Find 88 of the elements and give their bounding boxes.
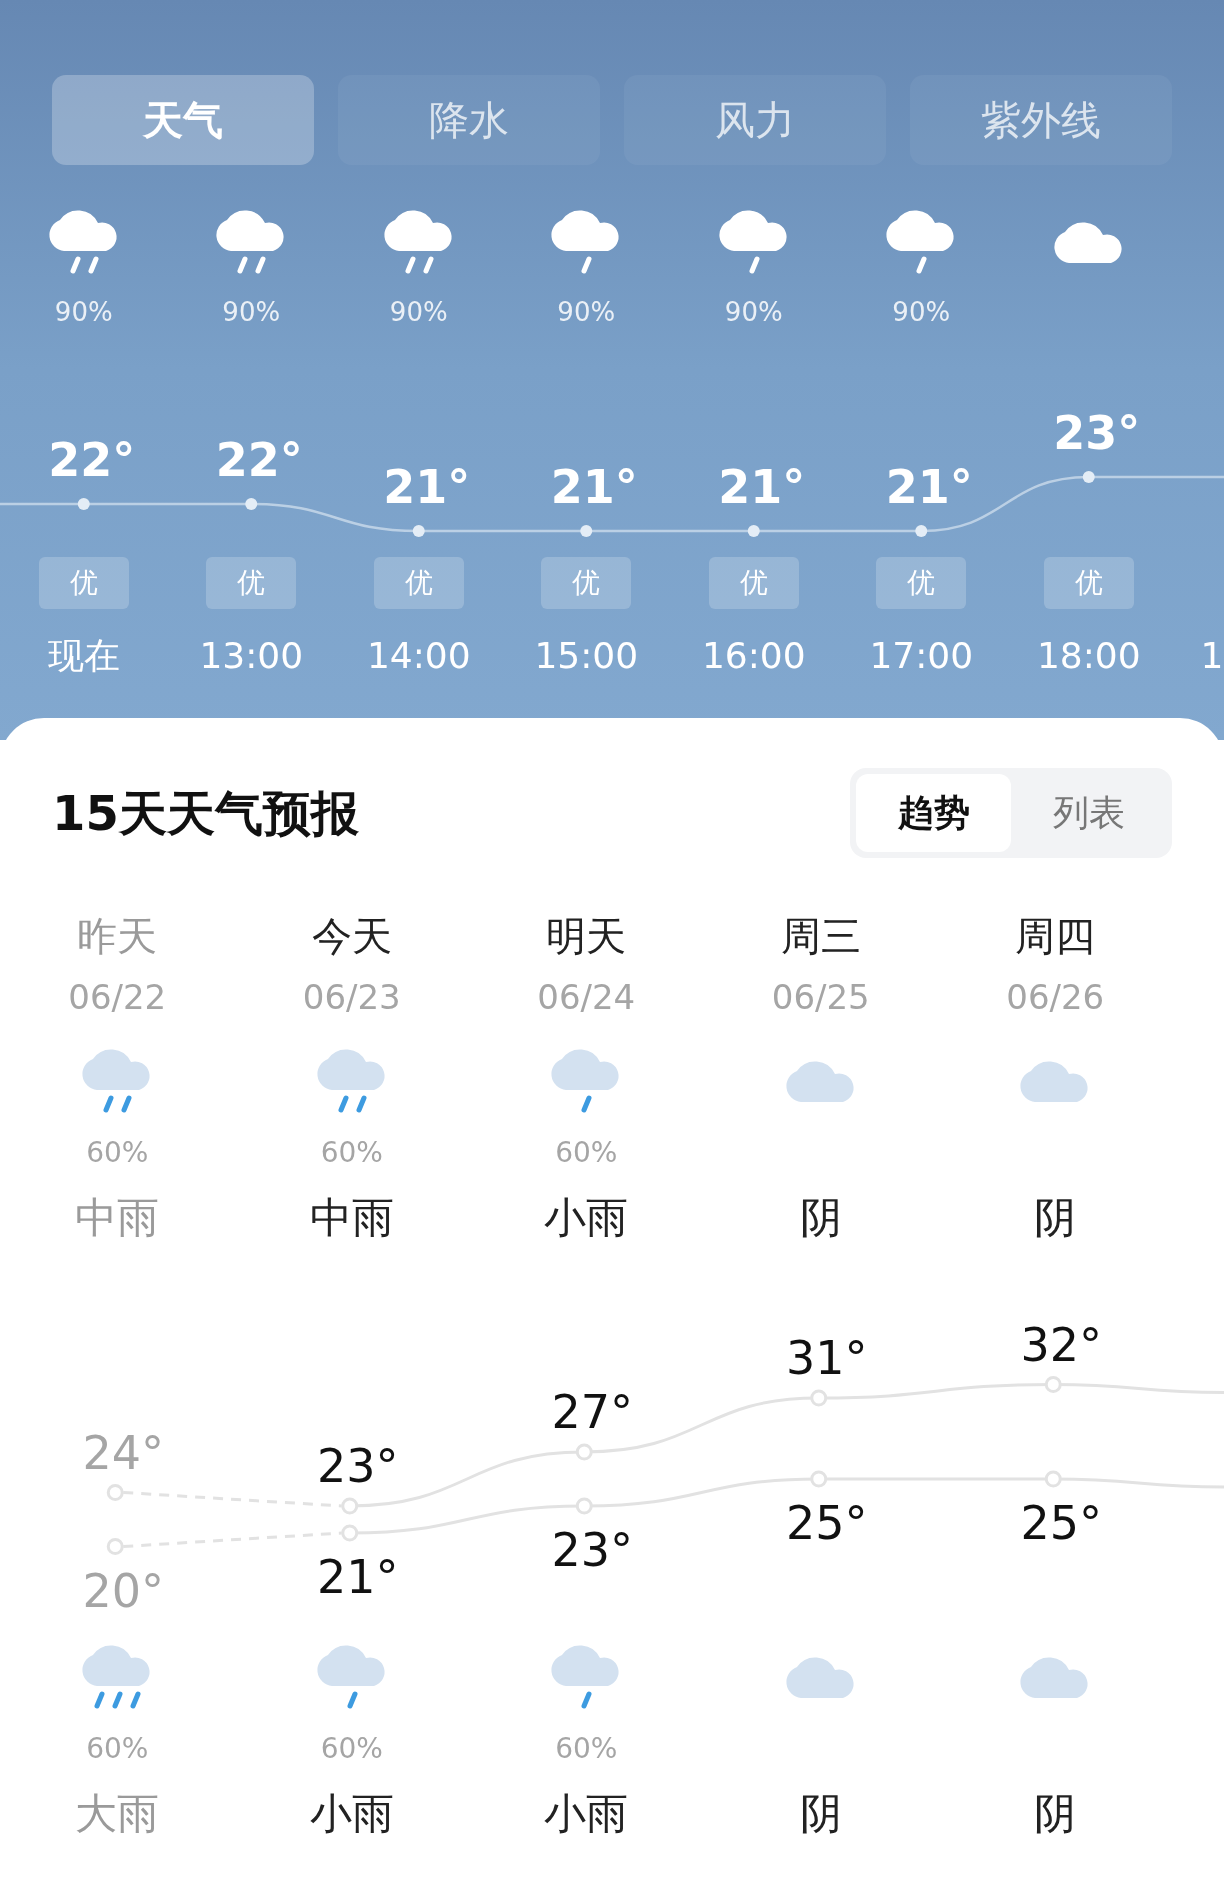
temperature-label: 23° — [317, 1439, 399, 1493]
tab[interactable]: 紫外线 — [910, 75, 1172, 165]
day-date: 06/26 — [1006, 976, 1105, 1019]
precipitation-chance: 60% — [320, 1732, 383, 1765]
temperature-label: 22° — [48, 433, 136, 487]
precipitation-chance: 90% — [557, 297, 616, 327]
weather-condition: 中雨 — [309, 1192, 394, 1244]
air-quality-badge: 优 — [1043, 557, 1134, 609]
day-name: 周三 — [780, 912, 861, 961]
weather-condition: 阴 — [799, 1788, 842, 1840]
temperature-point — [245, 498, 258, 510]
weather-condition: 小雨 — [309, 1788, 394, 1840]
precipitation-chance: 90% — [389, 297, 448, 327]
temperature-point — [915, 525, 928, 537]
temperature-label: 32° — [1020, 1318, 1102, 1372]
temperature-label: 23° — [1053, 406, 1141, 460]
day-date: 06/23 — [302, 976, 401, 1019]
weather-condition: 阴 — [799, 1192, 842, 1244]
air-quality-badge: 优 — [708, 557, 799, 609]
temperature-point — [810, 1470, 828, 1488]
precipitation-chance: 60% — [86, 1136, 149, 1169]
temperature-point — [341, 1524, 359, 1542]
hour-label: 1 — [1200, 634, 1224, 678]
temperature-point — [106, 1484, 124, 1501]
temperature-label: 25° — [1020, 1496, 1102, 1550]
temperature-point — [106, 1538, 124, 1555]
view-option[interactable]: 趋势 — [856, 774, 1011, 852]
day-name: 昨天 — [77, 912, 158, 961]
temperature-point — [412, 525, 425, 537]
tab[interactable]: 降水 — [338, 75, 600, 165]
section-title: 15天天气预报 — [52, 784, 359, 843]
hour-label: 18:00 — [1036, 634, 1141, 678]
weather-condition: 小雨 — [544, 1192, 629, 1244]
temperature-label: 21° — [718, 460, 806, 514]
day-date: 06/25 — [771, 976, 870, 1019]
temperature-label: 21° — [550, 460, 638, 514]
temperature-point — [341, 1497, 359, 1515]
hour-label: 17:00 — [869, 634, 974, 678]
temperature-point — [1044, 1376, 1062, 1393]
air-quality-badge: 优 — [206, 557, 297, 609]
temperature-point — [747, 525, 760, 537]
air-quality-badge: 优 — [541, 557, 632, 609]
hour-label: 现在 — [47, 634, 120, 678]
temperature-label: 23° — [551, 1523, 633, 1577]
air-quality-badge: 优 — [38, 557, 129, 609]
hour-label: 16:00 — [701, 634, 806, 678]
temperature-point — [580, 525, 593, 537]
temperature-point — [77, 498, 90, 510]
day-name: 周四 — [1015, 912, 1096, 961]
hour-label: 13:00 — [199, 634, 304, 678]
tab[interactable]: 风力 — [624, 75, 886, 165]
day-name: 今天 — [311, 912, 392, 961]
tab[interactable]: 天气 — [52, 75, 314, 165]
hour-label: 14:00 — [366, 634, 471, 678]
weather-condition: 大雨 — [75, 1788, 160, 1840]
temperature-label: 21° — [885, 460, 973, 514]
temperature-point — [1082, 471, 1095, 483]
temperature-label: 20° — [82, 1563, 164, 1618]
air-quality-badge: 优 — [876, 557, 967, 609]
view-option[interactable]: 列表 — [1011, 774, 1166, 852]
temperature-label: 22° — [215, 433, 303, 487]
temperature-point — [1044, 1470, 1062, 1488]
precipitation-chance: 90% — [892, 297, 951, 327]
temperature-label: 25° — [786, 1496, 868, 1550]
precipitation-chance: 90% — [724, 297, 783, 327]
hour-label: 15:00 — [534, 634, 639, 678]
temperature-point — [575, 1497, 593, 1515]
precipitation-chance: 90% — [222, 297, 281, 327]
precipitation-chance: 60% — [86, 1732, 149, 1765]
temperature-label: 21° — [317, 1550, 399, 1604]
weather-condition: 中雨 — [75, 1192, 160, 1244]
precipitation-chance: 60% — [555, 1136, 618, 1169]
temperature-label: 27° — [551, 1385, 633, 1439]
temperature-point — [575, 1443, 593, 1461]
temperature-label: 21° — [383, 460, 471, 514]
day-date: 06/24 — [537, 976, 636, 1019]
precipitation-chance: 90% — [54, 297, 113, 327]
precipitation-chance: 60% — [555, 1732, 618, 1765]
weather-condition: 阴 — [1034, 1788, 1077, 1840]
day-name: 明天 — [546, 912, 627, 961]
temperature-label: 24° — [82, 1425, 164, 1480]
precipitation-chance: 60% — [320, 1136, 383, 1169]
temperature-point — [810, 1389, 828, 1407]
temperature-label: 31° — [786, 1331, 868, 1385]
air-quality-badge: 优 — [373, 557, 464, 609]
weather-condition: 小雨 — [544, 1788, 629, 1840]
day-date: 06/22 — [68, 976, 167, 1019]
weather-condition: 阴 — [1034, 1192, 1077, 1244]
